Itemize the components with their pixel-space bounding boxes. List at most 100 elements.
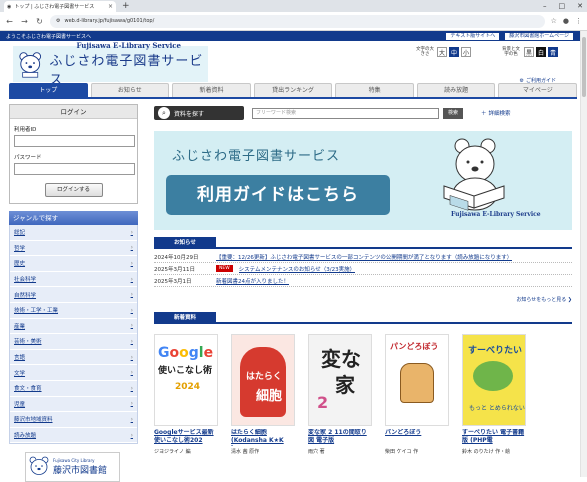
minimize-icon[interactable]: – (543, 0, 547, 12)
book-cover[interactable]: 変な 家 2 (308, 334, 372, 426)
login-box: ログイン 利用者ID パスワード ログインする (9, 104, 138, 204)
book-item[interactable]: すーべりたい もっと とめられない すーべりたい 電子書籍版 (PHP電 鈴木 … (462, 334, 526, 455)
book-list: Google 使いこなし術 2024 Googleサービス最新 使いこなし術20… (154, 334, 572, 455)
logo-english: Fujisawa E-Library Service (76, 40, 181, 50)
book-item[interactable]: はたらく 細胞 はたらく細胞 (Kodansha K★K bun 清水 茜 原作 (231, 334, 295, 455)
chevron-right-icon: › (130, 244, 133, 252)
book-cover[interactable]: はたらく 細胞 (231, 334, 295, 426)
guide-banner[interactable]: ふじさわ電子図書サービス 利用ガイドはこちら Fujisawa E-Librar… (154, 131, 572, 230)
news-row: 2025年3月1日 新着図書24点が入りました！ (154, 275, 572, 287)
search-input[interactable]: フリーワード検索 (252, 107, 439, 119)
tab-mypage[interactable]: マイページ (498, 83, 578, 97)
chevron-right-icon: › (130, 337, 133, 345)
browser-tab[interactable]: ◉ トップ | ふじさわ電子図書サービス × (4, 1, 116, 12)
login-button[interactable]: ログインする (44, 183, 103, 197)
new-arrivals-heading: 新着資料 (154, 312, 217, 324)
scrollbar-thumb[interactable] (582, 37, 586, 97)
news-date: 2025年3月11日 (154, 266, 195, 273)
guide-button[interactable]: 利用ガイドはこちら (166, 175, 390, 215)
site-logo[interactable]: Fujisawa E-Library Service ふじさわ電子図書サービス (13, 41, 208, 88)
tab-unlimited[interactable]: 読み放題 (416, 83, 496, 97)
tab-new-arrivals[interactable]: 新着資料 (172, 83, 251, 97)
genre-item[interactable]: 言語 › (10, 350, 137, 366)
genre-item[interactable]: 読み放題 › (10, 428, 137, 444)
url-field[interactable]: ⚙ web.d-library.jp/fujisawa/g0101/top/ (50, 14, 545, 28)
advanced-search-link[interactable]: ＋ 詳細検索 (481, 109, 511, 117)
page-scrollbar[interactable] (580, 31, 587, 477)
city-library-banner[interactable]: Fujisawa City Library 藤沢市図書館 (25, 452, 120, 482)
news-link[interactable]: 【重要：12/26更新】ふじさわ電子図書サービスの一部コンテンツの公開期間が満了… (216, 253, 512, 261)
back-icon[interactable]: ← (5, 17, 14, 26)
genre-item[interactable]: 文学 › (10, 365, 137, 381)
book-item[interactable]: 変な 家 2 変な家 2 11の間取り図 電子版 雨穴 著 (308, 334, 372, 455)
window-close-icon[interactable]: ✕ (577, 0, 583, 12)
genre-item[interactable]: 哲学 › (10, 241, 137, 257)
new-tab-icon[interactable]: + (122, 1, 130, 12)
color-white-button[interactable]: 黒 (524, 47, 534, 57)
bear-mascot-icon (19, 52, 42, 78)
genre-item[interactable]: 自然科学 › (10, 287, 137, 303)
tab-features[interactable]: 特集 (335, 83, 414, 97)
bookmark-star-icon[interactable]: ☆ (551, 17, 557, 25)
book-title[interactable]: すーべりたい 電子書籍版 (PHP電 (462, 429, 526, 446)
chevron-right-icon: › (130, 228, 133, 236)
genre-item[interactable]: 芸術・美術 › (10, 334, 137, 350)
city-library-link[interactable]: 藤沢市図書館ホームページ (504, 31, 574, 41)
site-favicon-icon: ◉ (7, 3, 12, 10)
book-item[interactable]: パンどろぼう パンどろぼう 柴田 ケイコ 作 (385, 334, 449, 455)
font-size-control: 文字の大きさ 大 中 小 (415, 47, 471, 57)
bear-reading-illustration (443, 138, 505, 211)
book-title[interactable]: はたらく細胞 (Kodansha K★K bun (231, 429, 295, 446)
font-small-button[interactable]: 小 (461, 47, 471, 57)
chevron-right-icon: › (130, 400, 133, 408)
news-row: 2024年10月29日 【重要：12/26更新】ふじさわ電子図書サービスの一部コ… (154, 251, 572, 263)
book-cover[interactable]: すーべりたい もっと とめられない (462, 334, 526, 426)
tab-top[interactable]: トップ (9, 83, 88, 97)
genre-item[interactable]: 食文・食育 › (10, 381, 137, 397)
search-button[interactable]: 検索 (443, 107, 463, 119)
book-title[interactable]: Googleサービス最新 使いこなし術202 (154, 429, 218, 446)
book-title[interactable]: パンどろぼう (385, 429, 449, 446)
forward-icon[interactable]: → (20, 17, 29, 26)
logo-japanese: ふじさわ電子図書サービス (49, 53, 204, 88)
site-info-icon[interactable]: ⚙ (56, 18, 60, 24)
address-bar-row: ← → ↻ ⚙ web.d-library.jp/fujisawa/g0101/… (0, 12, 587, 31)
genre-item[interactable]: 技術・工学・工業 › (10, 303, 137, 319)
font-medium-button[interactable]: 中 (449, 47, 459, 57)
reload-icon[interactable]: ↻ (35, 17, 44, 26)
maximize-icon[interactable]: □ (559, 0, 566, 12)
book-cover[interactable]: Google 使いこなし術 2024 (154, 334, 218, 426)
book-item[interactable]: Google 使いこなし術 2024 Googleサービス最新 使いこなし術20… (154, 334, 218, 455)
search-toggle-button[interactable]: ⌕ 資料を探す (154, 106, 244, 120)
banner-title: ふじさわ電子図書サービス (172, 149, 341, 164)
more-news-link[interactable]: お知らせをもっと見る ❯ (154, 296, 572, 303)
nav-underline (9, 97, 577, 99)
genre-item[interactable]: 児童 › (10, 397, 137, 413)
password-input[interactable] (14, 163, 135, 175)
news-list: 2024年10月29日 【重要：12/26更新】ふじさわ電子図書サービスの一部コ… (154, 251, 572, 287)
genre-item[interactable]: 藤沢市地域資料 › (10, 412, 137, 428)
tab-news[interactable]: お知らせ (90, 83, 170, 97)
news-heading: お知らせ (154, 237, 216, 249)
menu-icon[interactable]: ⋮ (575, 17, 582, 25)
genre-item[interactable]: 総記 › (10, 225, 137, 241)
book-cover[interactable]: パンどろぼう (385, 334, 449, 426)
news-link[interactable]: 新着図書24点が入りました！ (216, 277, 289, 285)
genre-item[interactable]: 社会科学 › (10, 272, 137, 288)
close-tab-icon[interactable]: × (108, 3, 113, 10)
color-blue-button[interactable]: 青 (548, 47, 558, 57)
profile-icon[interactable]: ● (563, 17, 569, 25)
color-black-button[interactable]: 白 (536, 47, 546, 57)
text-site-link[interactable]: テキスト版サイトへ (445, 31, 501, 41)
user-id-input[interactable] (14, 135, 135, 147)
genre-item[interactable]: 産業 › (10, 319, 137, 335)
tab-ranking[interactable]: 貸出ランキング (253, 83, 333, 97)
book-title[interactable]: 変な家 2 11の間取り図 電子版 (308, 429, 372, 446)
book-author: 柴田 ケイコ 作 (385, 449, 419, 455)
font-large-button[interactable]: 大 (437, 47, 447, 57)
genre-list: 総記 › 哲学 › 歴史 › 社会科学 › 自然科学 › 技術・工学・工業 › 産業 › 芸術… (9, 225, 138, 445)
book-author: 清水 茜 原作 (231, 449, 260, 455)
user-id-label: 利用者ID (14, 127, 37, 133)
genre-item[interactable]: 歴史 › (10, 256, 137, 272)
news-link[interactable]: システムメンテナンスのお知らせ（3/23実施） (239, 265, 355, 273)
